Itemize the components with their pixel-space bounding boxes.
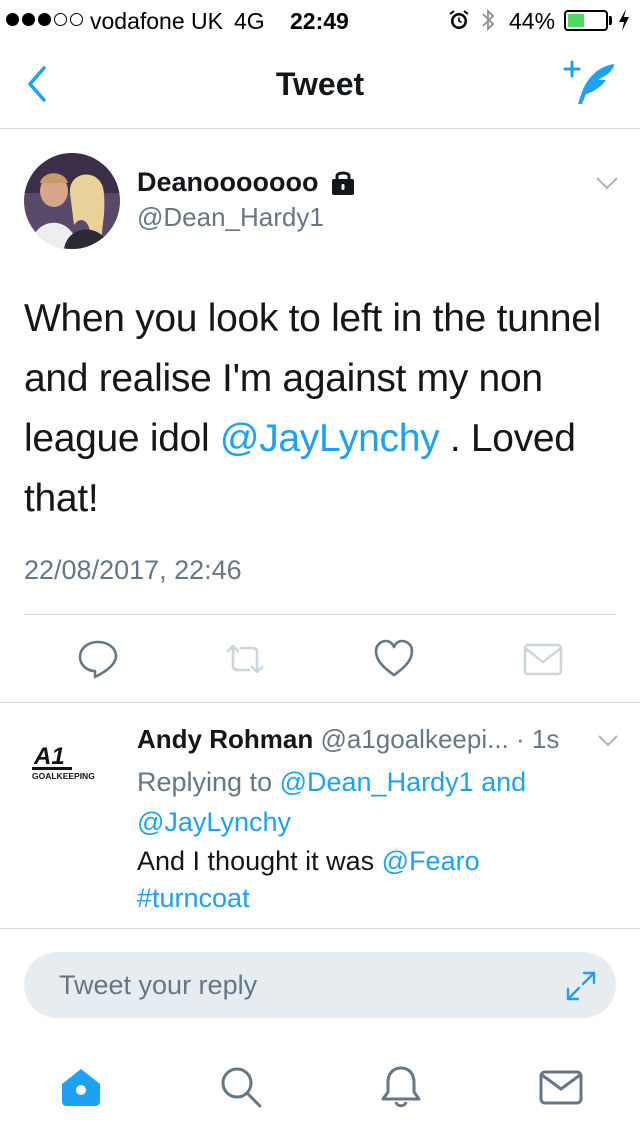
messages-icon[interactable] — [538, 1064, 584, 1110]
divider — [24, 614, 616, 615]
battery-nub — [609, 16, 612, 25]
tweet-timestamp: 22/08/2017, 22:46 — [24, 555, 242, 585]
logo-text: A1 — [33, 743, 65, 770]
battery-icon — [564, 10, 608, 31]
reply-author-handle[interactable]: @a1goalkeepi... — [320, 724, 508, 754]
logo-subtext: GOALKEEPING — [32, 771, 95, 781]
replying-to-label: Replying to — [137, 767, 280, 797]
status-time: 22:49 — [290, 8, 349, 34]
direct-message-icon[interactable] — [522, 638, 564, 680]
retweet-icon[interactable] — [224, 638, 266, 680]
reply-text: And I thought it was @Fearo #turncoat — [137, 843, 597, 917]
charging-icon — [619, 9, 629, 31]
like-icon[interactable] — [373, 638, 415, 680]
reply-avatar-logo[interactable]: A1 GOALKEEPING — [30, 742, 112, 782]
profile-photo — [24, 153, 120, 249]
reply-text-part: And I thought it was — [137, 846, 382, 876]
reply-placeholder: Tweet your reply — [59, 970, 258, 1000]
hashtag-link[interactable]: #turncoat — [137, 883, 250, 913]
expand-icon[interactable] — [564, 969, 598, 1003]
battery-level — [568, 14, 584, 27]
reply-icon[interactable] — [77, 638, 119, 680]
avatar[interactable] — [24, 153, 120, 249]
author-handle[interactable]: @Dean_Hardy1 — [137, 202, 324, 233]
chevron-down-icon[interactable] — [594, 174, 620, 192]
reply-header: Andy Rohman @a1goalkeepi... · 1s — [137, 724, 559, 755]
status-bar: vodafone UK 4G 22:49 44% — [0, 0, 640, 40]
reply-author-name[interactable]: Andy Rohman — [137, 724, 313, 754]
tweet-text: When you look to left in the tunnel and … — [24, 289, 624, 529]
battery-percent: 44% — [509, 8, 556, 34]
mention-link[interactable]: @JayLynchy — [220, 417, 440, 460]
search-icon[interactable] — [218, 1064, 264, 1110]
reply-separator: · — [508, 724, 532, 754]
bluetooth-icon — [482, 8, 495, 32]
lock-icon — [332, 171, 354, 195]
network-type: 4G — [234, 8, 265, 34]
reply-time: 1s — [531, 724, 560, 754]
mention-link[interactable]: @Fearo — [382, 846, 480, 876]
divider — [0, 928, 640, 929]
signal-strength-icon — [6, 13, 83, 26]
replying-to: Replying to @Dean_Hardy1 and @JayLynchy — [137, 762, 597, 842]
author-name[interactable]: Deanooooooo — [137, 167, 318, 198]
navigation-bar: Tweet — [0, 40, 640, 129]
alarm-icon — [449, 10, 469, 29]
chevron-down-icon[interactable] — [596, 733, 620, 749]
compose-tweet-icon[interactable] — [562, 58, 618, 108]
page-title: Tweet — [275, 66, 365, 102]
divider — [0, 702, 640, 703]
carrier-name: vodafone UK — [90, 8, 223, 34]
notifications-icon[interactable] — [378, 1064, 424, 1110]
reply-input[interactable]: Tweet your reply — [24, 952, 616, 1018]
home-icon[interactable] — [58, 1064, 104, 1110]
